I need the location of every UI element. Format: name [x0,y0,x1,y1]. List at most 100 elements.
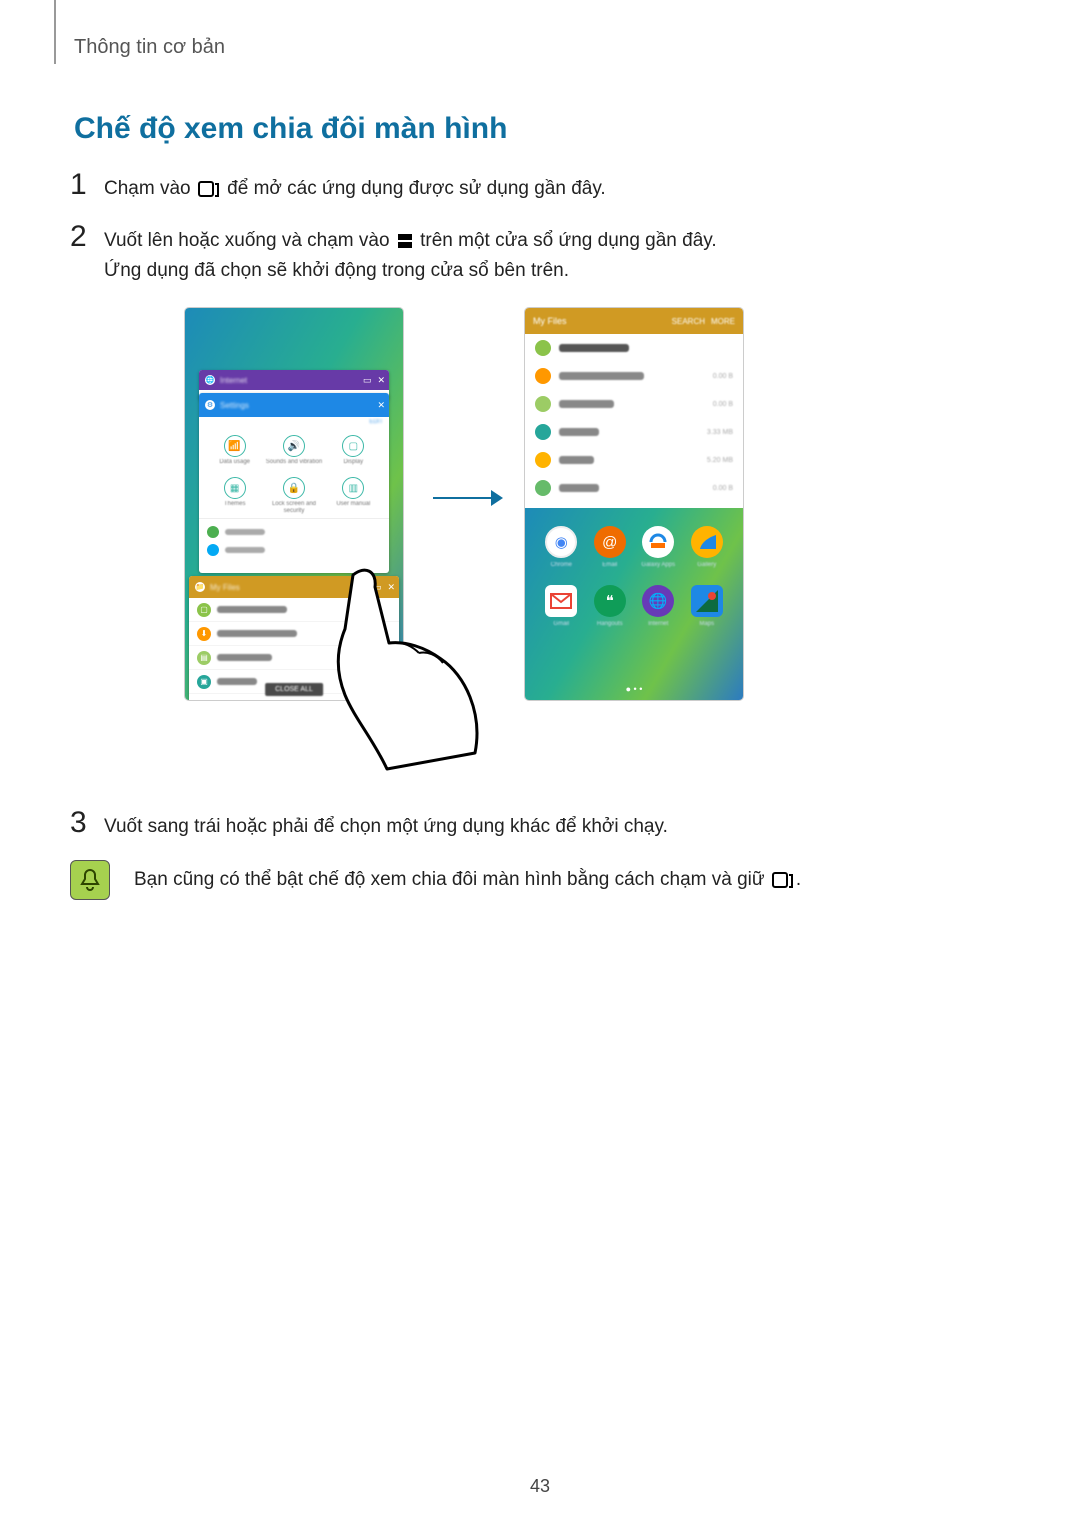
app-gallery: Gallery [691,526,723,569]
split-icon: ▭ [363,375,372,386]
files-list: ▢ ⬇ ▤ ▣ [189,598,399,694]
email-icon: @ [594,526,626,558]
row-label [559,428,599,436]
app-gmail: Gmail [545,585,577,628]
arrow-line [433,497,491,499]
split-icon: ▭ [373,582,382,593]
display-icon: ▢ [342,435,364,457]
step1-post: để mở các ứng dụng được sử dụng gần đây. [227,178,606,199]
card-header: 🌐 Internet ▭ ✕ [199,370,389,390]
step-3: 3 Vuốt sang trái hoặc phải để chọn một ứ… [70,808,668,842]
row-label [217,606,287,613]
gear-icon: ⚙ [205,400,215,410]
row-label [559,400,614,408]
transition-arrow [433,486,503,510]
folder-icon: 📁 [195,582,205,592]
list-item: ▢ [189,598,399,622]
header-rule [54,0,56,64]
section-title: Chế độ xem chia đôi màn hình [74,112,507,146]
card-title: Settings [220,401,249,410]
tip-callout: Bạn cũng có thể bật chế độ xem chia đôi … [70,860,801,900]
close-icon: ✕ [377,400,385,411]
arrow-head-icon [491,490,503,506]
quick-settings-grid: 📶Data usage 🔊Sounds and vibration ▢Displ… [199,427,389,518]
close-icon: ✕ [387,582,395,593]
app-title: My Files [533,316,567,326]
download-icon [535,368,551,384]
list-item: 5.20 MB [525,446,743,474]
step-1: 1 Chạm vào để mở các ứng dụng được sử dụ… [70,170,606,204]
tip-text: Bạn cũng có thể bật chế độ xem chia đôi … [134,869,801,891]
images-icon: ▣ [197,675,211,689]
running-header: Thông tin cơ bản [74,36,225,59]
row-size: 0.00 B [713,373,733,380]
list-item [207,541,381,559]
step-text: Chạm vào để mở các ứng dụng được sử dụng… [104,170,606,204]
step2-pre: Vuốt lên hoặc xuống và chạm vào [104,230,395,251]
phone-split-view: My Files SEARCH MORE 0.00 B 0.00 B 3.33 … [525,308,743,700]
bluetooth-icon [207,544,219,556]
close-icon: ✕ [377,375,385,386]
gmail-icon [545,585,577,617]
card-title: Internet [220,376,247,385]
list-label [225,529,265,535]
search-action: SEARCH [672,317,705,326]
app-maps: Maps [691,585,723,628]
internet-icon: 🌐 [642,585,674,617]
row-label [559,344,629,352]
card-header: ⚙ Settings ✕ [199,393,389,417]
list-item [207,523,381,541]
app-hangouts: ❝Hangouts [594,585,626,628]
setting-item: ▢Display [324,435,383,471]
split-bottom-pane-app-picker: ◉Chrome @Email Galaxy Apps Gallery Gmail… [525,508,743,700]
row-label [217,654,272,661]
data-usage-icon: 📶 [224,435,246,457]
videos-icon [535,480,551,496]
phone-recent-apps: 🌐 Internet ▭ ✕ ⚙ Settings ✕ EDIT 📶Data u… [185,308,403,700]
app-internet: 🌐Internet [642,585,674,628]
app-chrome: ◉Chrome [545,526,577,569]
setting-item: 🔊Sounds and vibration [264,435,323,471]
storage-icon [535,340,551,356]
setting-item: ▦Themes [205,477,264,514]
recents-icon [198,181,220,197]
card-header: 📁 My Files ▭ ✕ [189,576,399,598]
hangouts-icon: ❝ [594,585,626,617]
app-email: @Email [594,526,626,569]
setting-item: ▥User manual [324,477,383,514]
page-indicator: ● • • [525,684,743,694]
step2-post: trên một cửa sổ ứng dụng gần đây. [420,230,717,251]
list-item: 3.33 MB [525,418,743,446]
storage-icon: ▢ [197,603,211,617]
row-label [559,456,594,464]
globe-icon: 🌐 [205,375,215,385]
row-size: 5.20 MB [707,457,733,464]
step-2: 2 Vuốt lên hoặc xuống và chạm vào trên m… [70,222,717,287]
list-item: ▤ [189,646,399,670]
tip-post: . [796,869,801,890]
more-action: MORE [711,317,735,326]
sound-icon: 🔊 [283,435,305,457]
recent-card-settings: ⚙ Settings ✕ EDIT 📶Data usage 🔊Sounds an… [199,393,389,573]
app-grid: ◉Chrome @Email Galaxy Apps Gallery Gmail… [525,508,743,632]
maps-icon [691,585,723,617]
row-size: 3.33 MB [707,429,733,436]
row-label [217,630,297,637]
list-item: ⬇ [189,622,399,646]
gallery-icon [691,526,723,558]
recent-card-myfiles: 📁 My Files ▭ ✕ ▢ ⬇ ▤ ▣ [189,576,399,700]
step1-pre: Chạm vào [104,178,196,199]
recents-icon [772,872,794,888]
audio-icon [535,452,551,468]
row-size: 0.00 B [713,401,733,408]
lock-icon: 🔒 [283,477,305,499]
page-number: 43 [0,1476,1080,1497]
wifi-icon [207,526,219,538]
split-screen-icon [397,233,413,249]
documents-icon [535,396,551,412]
list-item [525,334,743,362]
chrome-icon: ◉ [545,526,577,558]
step-number: 3 [70,808,104,838]
download-icon: ⬇ [197,627,211,641]
list-label [225,547,265,553]
